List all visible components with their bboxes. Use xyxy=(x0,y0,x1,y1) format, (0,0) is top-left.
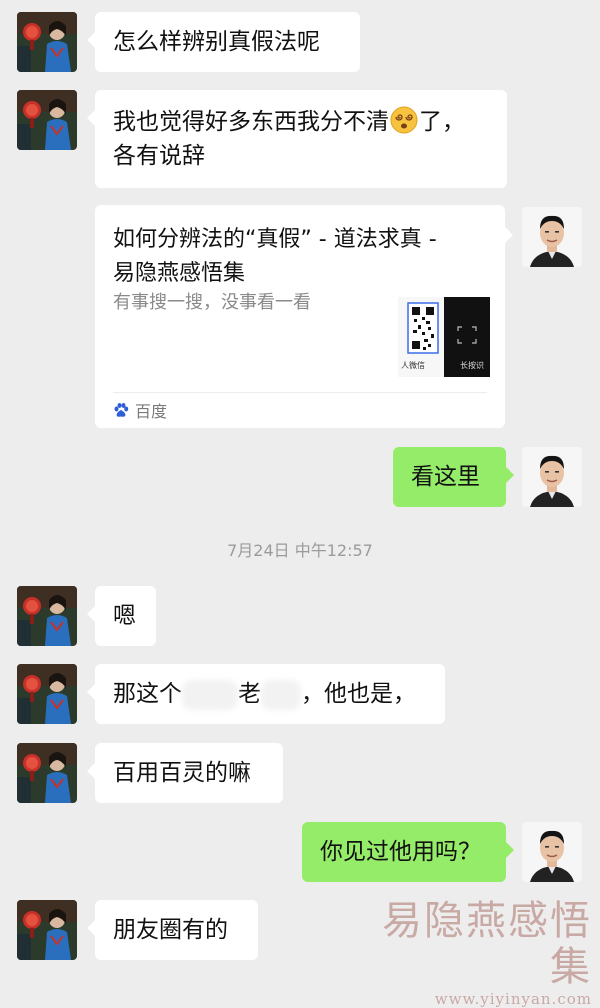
watermark: 易隐燕感悟集 www.yiyinyan.com xyxy=(367,898,592,1008)
my-avatar[interactable] xyxy=(522,822,582,882)
redacted-text xyxy=(261,679,301,710)
message-line: 我也觉得好多东西我分不清 了， xyxy=(113,105,489,139)
thumbnail-caption-right: 长按识 xyxy=(460,361,484,370)
contact-avatar[interactable] xyxy=(17,12,77,72)
message-text: 你见过他用吗？ xyxy=(320,839,481,865)
message-bubble[interactable]: 我也觉得好多东西我分不清 了， 各有说辞 xyxy=(87,90,507,188)
message-text: 看这里 xyxy=(411,464,480,490)
message-text: 那这个 xyxy=(113,681,182,707)
chat-timestamp: 7月24日 中午12:57 xyxy=(227,541,373,560)
link-card-description: 有事搜一搜，没事看一看 xyxy=(113,292,311,313)
link-card-title-line: 易隐燕感悟集 xyxy=(113,261,246,286)
contact-avatar[interactable] xyxy=(17,743,77,803)
redacted-text xyxy=(182,679,238,710)
link-card-divider xyxy=(113,392,487,393)
message-text: 朋友圈有的 xyxy=(113,917,228,943)
message-text: 怎么样辨别真假法呢 xyxy=(113,29,320,55)
message-bubble[interactable]: 那这个 老 ，他也是， xyxy=(87,664,445,724)
link-card-title-line: 如何分辨法的“真假” - 道法求真 - xyxy=(113,227,437,252)
message-text: 我也觉得好多东西我分不清 xyxy=(113,109,389,135)
link-card-thumbnail: 人微信 长按识 xyxy=(398,297,490,377)
my-avatar[interactable] xyxy=(522,447,582,507)
contact-avatar[interactable] xyxy=(17,586,77,646)
link-card-source-label: 百度 xyxy=(135,402,168,421)
message-bubble[interactable]: 朋友圈有的 xyxy=(87,900,258,960)
thumbnail-caption-left: 人微信 xyxy=(401,361,425,370)
watermark-text: 易隐燕感悟集 xyxy=(382,898,592,990)
watermark-url: www.yiyinyan.com xyxy=(434,990,592,1008)
contact-avatar[interactable] xyxy=(17,900,77,960)
message-bubble[interactable]: 百用百灵的嘛 xyxy=(87,743,283,803)
dizzy-face-icon xyxy=(390,106,418,134)
message-text: 嗯 xyxy=(113,603,136,629)
message-text: 百用百灵的嘛 xyxy=(113,760,251,786)
message-text: ，他也是， xyxy=(301,681,416,707)
message-bubble[interactable]: 看这里 xyxy=(393,447,514,507)
message-text: 了， xyxy=(419,109,465,135)
link-card-title: 如何分辨法的“真假” - 道法求真 - 易隐燕感悟集 xyxy=(113,223,488,291)
message-bubble[interactable]: 怎么样辨别真假法呢 xyxy=(87,12,360,72)
message-bubble[interactable]: 嗯 xyxy=(87,586,156,646)
contact-avatar[interactable] xyxy=(17,90,77,150)
link-card[interactable]: 如何分辨法的“真假” - 道法求真 - 易隐燕感悟集 有事搜一搜，没事看一看 人… xyxy=(95,205,513,428)
baidu-paw-icon xyxy=(114,403,129,417)
message-text: 各有说辞 xyxy=(113,143,205,169)
contact-avatar[interactable] xyxy=(17,664,77,724)
my-avatar[interactable] xyxy=(522,207,582,267)
message-text: 老 xyxy=(238,681,261,707)
message-bubble[interactable]: 你见过他用吗？ xyxy=(302,822,514,882)
link-card-source: 百度 xyxy=(113,399,167,421)
